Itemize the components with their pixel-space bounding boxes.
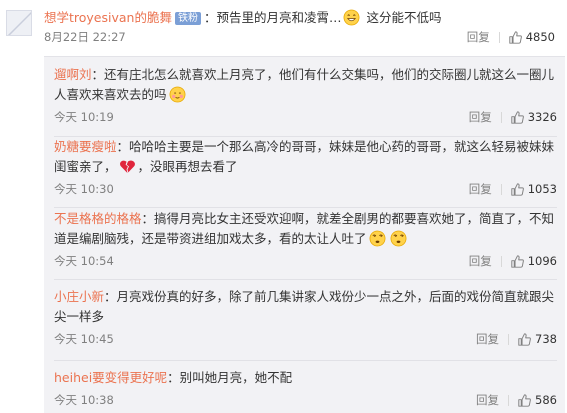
dizzy-emoji-icon xyxy=(369,230,385,247)
like-button[interactable]: 586 xyxy=(518,393,557,407)
fan-badge[interactable]: 铁粉 xyxy=(174,12,201,25)
action-divider xyxy=(498,31,500,43)
main-comment-time: 8月22日 22:27 xyxy=(44,30,126,44)
reply-button[interactable]: 回复 xyxy=(476,392,499,408)
thumbs-up-icon xyxy=(511,110,524,124)
like-button[interactable]: 3326 xyxy=(511,110,557,124)
thumbs-up-icon xyxy=(511,254,524,268)
dizzy-emoji-icon xyxy=(390,230,406,247)
action-divider xyxy=(508,333,510,345)
like-button[interactable]: 1096 xyxy=(511,254,557,268)
thumbs-up-icon xyxy=(518,332,531,346)
like-button[interactable]: 1053 xyxy=(511,182,557,196)
avatar-image xyxy=(7,11,31,35)
reply-username[interactable]: heihei要变得更好呢 xyxy=(54,370,167,385)
reply-text: ：别叫她月亮，她不配 xyxy=(167,370,293,385)
reply-button[interactable]: 回复 xyxy=(469,181,492,197)
reply-meta: 今天 10:45 回复 738 xyxy=(54,330,557,350)
reply-text: ：月亮戏份真的好多，除了前几集讲家人戏份少一点之外，后面的戏份简直就跟尖尖一样多 xyxy=(54,289,555,324)
main-comment-text-tail: 这分能不低吗 xyxy=(362,10,442,25)
like-count: 738 xyxy=(535,332,557,346)
reply-meta: 今天 10:54 回复 1096 xyxy=(54,252,557,272)
reply-username[interactable]: 不是格格的格格 xyxy=(54,211,142,226)
reply-meta: 今天 10:30 回复 1053 xyxy=(54,180,557,200)
main-comment: 想学troyesivan的脆舞 铁粉 ：预告里的月亮和凌霄… 这分能不低吗 8月22… xyxy=(44,8,559,48)
reply-username[interactable]: 遛啊刘 xyxy=(54,67,92,82)
reply-time: 今天 10:19 xyxy=(54,110,114,124)
main-comment-text: ：预告里的月亮和凌霄… xyxy=(203,10,342,25)
reply-meta: 今天 10:19 回复 3326 xyxy=(54,108,557,128)
list-item: 小庄小新：月亮戏份真的好多，除了前几集讲家人戏份少一点之外，后面的戏份简直就跟尖… xyxy=(54,287,557,350)
list-item: 遛啊刘：还有庄北怎么就喜欢上月亮了，他们有什么交集吗，他们的交际圈儿就这么一圈儿… xyxy=(54,65,557,128)
broken-heart-icon xyxy=(119,160,135,174)
avatar[interactable] xyxy=(6,10,32,36)
thumbs-up-icon xyxy=(509,30,522,44)
reply-meta: 今天 10:38 回复 586 xyxy=(54,391,557,411)
reply-time: 今天 10:45 xyxy=(54,332,114,346)
action-divider xyxy=(508,394,510,406)
reply-button[interactable]: 回复 xyxy=(467,29,490,45)
reply-username[interactable]: 小庄小新 xyxy=(54,289,104,304)
reply-text-line: 奶糖要瘦啦：哈哈哈主要是一个那么高冷的哥哥，妹妹是他心药的哥哥，就这么轻易被妹妹… xyxy=(54,137,557,177)
list-item: 不是格格的格格：搞得月亮比女主还受欢迎啊，就差全剧男的都要喜欢她了，简直了，不知… xyxy=(54,209,557,272)
reply-divider xyxy=(54,279,557,280)
reply-time: 今天 10:38 xyxy=(54,393,114,407)
grin-emoji-icon xyxy=(344,9,360,26)
reply-username[interactable]: 奶糖要瘦啦 xyxy=(54,139,117,154)
reply-text-line: 遛啊刘：还有庄北怎么就喜欢上月亮了，他们有什么交集吗，他们的交际圈儿就这么一圈儿… xyxy=(54,65,557,105)
main-comment-username[interactable]: 想学troyesivan的脆舞 xyxy=(44,10,172,25)
thumbs-up-icon xyxy=(511,182,524,196)
reply-text-tail: ，没眼再想去看了 xyxy=(137,159,238,174)
reply-time: 今天 10:54 xyxy=(54,254,114,268)
reply-text-line: heihei要变得更好呢：别叫她月亮，她不配 xyxy=(54,368,557,388)
reply-text-line: 小庄小新：月亮戏份真的好多，除了前几集讲家人戏份少一点之外，后面的戏份简直就跟尖… xyxy=(54,287,557,327)
reply-button[interactable]: 回复 xyxy=(476,331,499,347)
reply-text-line: 不是格格的格格：搞得月亮比女主还受欢迎啊，就差全剧男的都要喜欢她了，简直了，不知… xyxy=(54,209,557,249)
action-divider xyxy=(500,183,502,195)
main-comment-line: 想学troyesivan的脆舞 铁粉 ：预告里的月亮和凌霄… 这分能不低吗 xyxy=(44,8,559,28)
reply-divider xyxy=(54,360,557,361)
main-comment-meta: 8月22日 22:27 回复 4850 xyxy=(44,28,559,48)
like-count: 586 xyxy=(535,393,557,407)
like-count: 1096 xyxy=(527,254,557,268)
list-item: 奶糖要瘦啦：哈哈哈主要是一个那么高冷的哥哥，妹妹是他心药的哥哥，就这么轻易被妹妹… xyxy=(54,137,557,200)
reply-time: 今天 10:30 xyxy=(54,182,114,196)
like-count: 4850 xyxy=(525,30,555,44)
reply-button[interactable]: 回复 xyxy=(469,109,492,125)
like-count: 1053 xyxy=(527,182,557,196)
like-button[interactable]: 738 xyxy=(518,332,557,346)
reply-text: ：还有庄北怎么就喜欢上月亮了，他们有什么交集吗，他们的交际圈儿就这么一圈儿人喜欢… xyxy=(54,67,555,102)
thumbs-up-icon xyxy=(518,393,531,407)
replies-list: 遛啊刘：还有庄北怎么就喜欢上月亮了，他们有什么交集吗，他们的交际圈儿就这么一圈儿… xyxy=(44,56,565,413)
list-item: heihei要变得更好呢：别叫她月亮，她不配 今天 10:38 回复 586 xyxy=(54,368,557,411)
reply-divider xyxy=(54,207,557,208)
like-button[interactable]: 4850 xyxy=(509,30,555,44)
reply-button[interactable]: 回复 xyxy=(469,253,492,269)
action-divider xyxy=(500,255,502,267)
like-count: 3326 xyxy=(527,110,557,124)
action-divider xyxy=(500,111,502,123)
shy-emoji-icon xyxy=(169,86,185,103)
